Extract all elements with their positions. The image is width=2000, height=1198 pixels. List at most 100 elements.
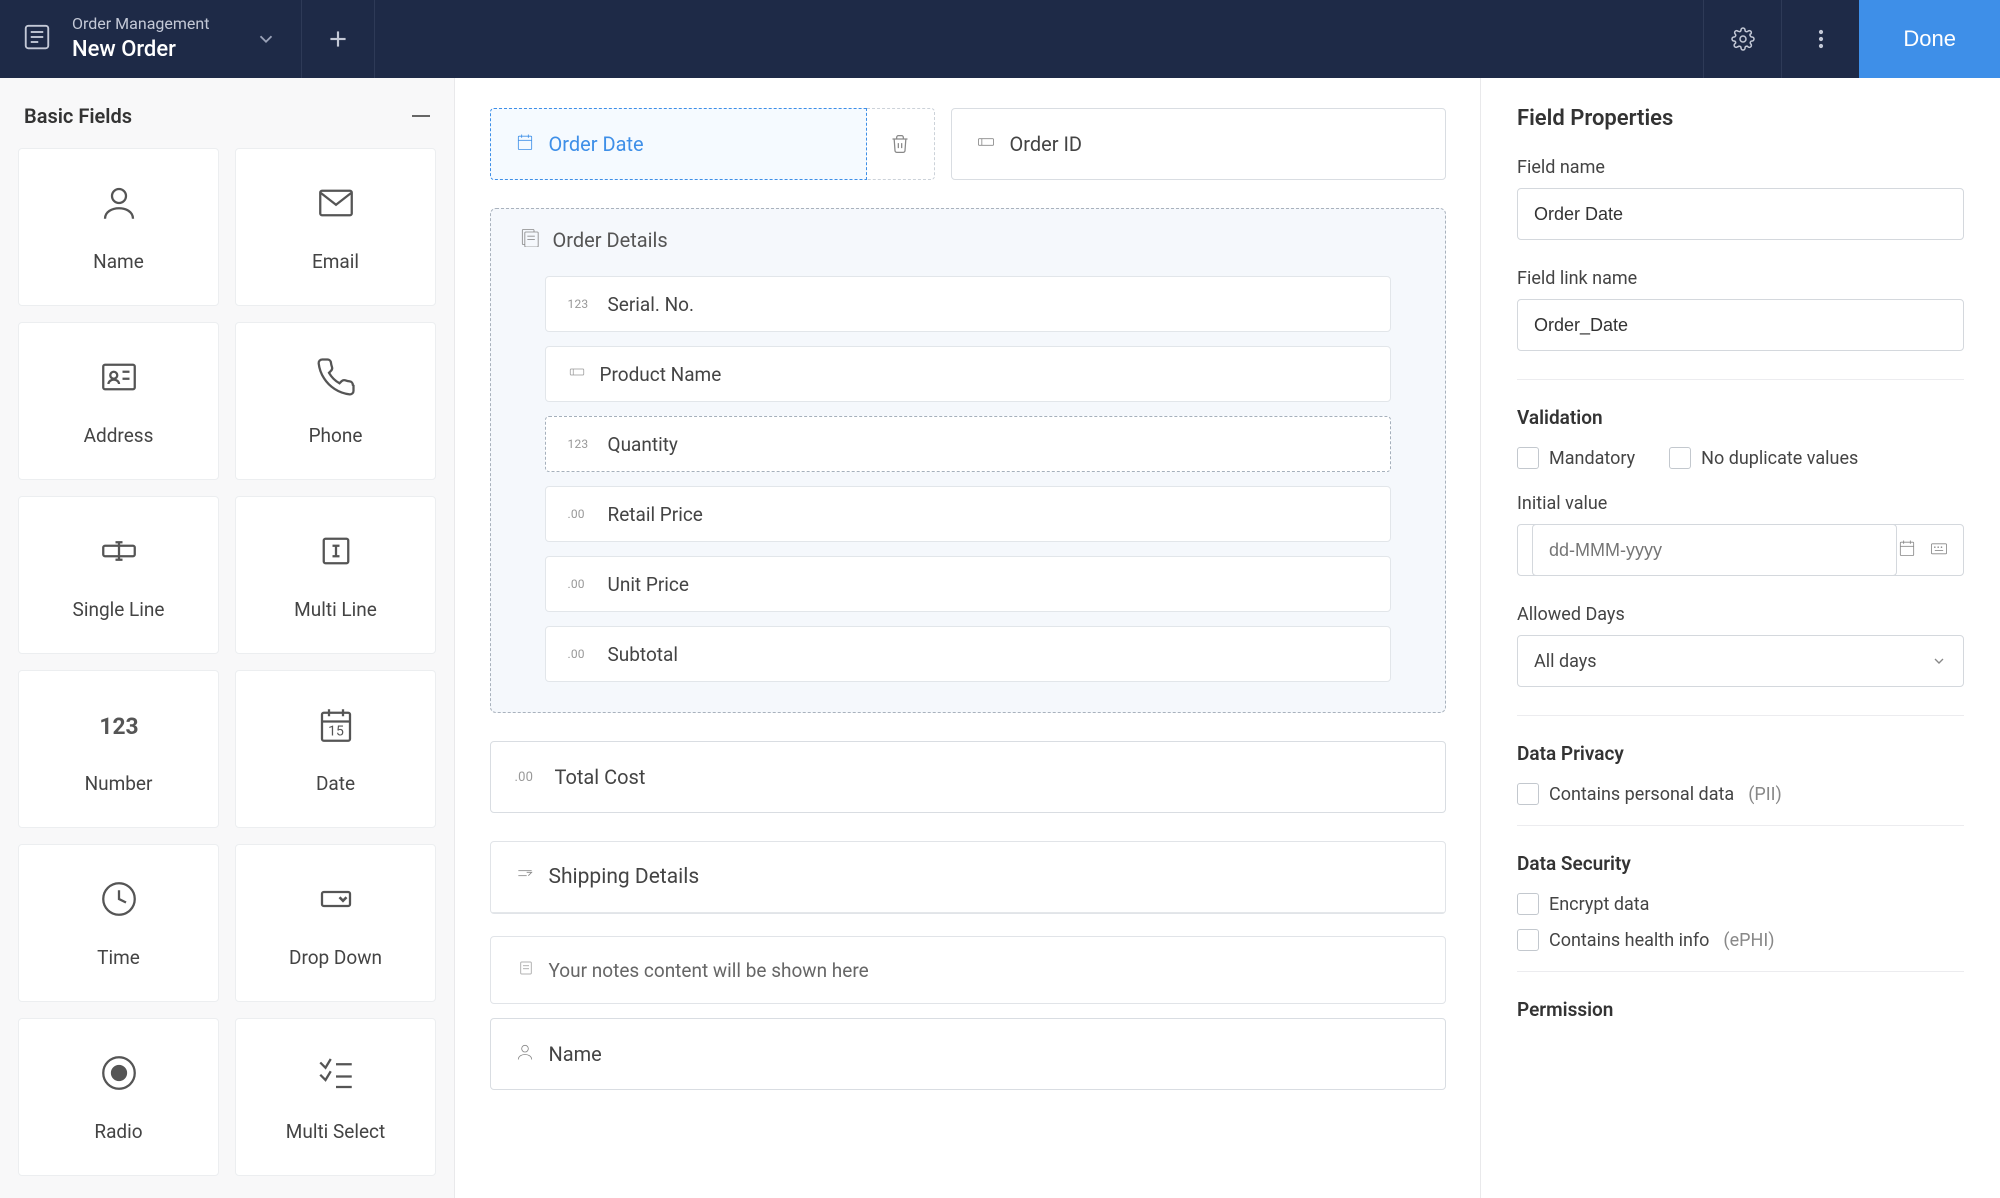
add-tab-button[interactable] <box>302 0 374 78</box>
ephi-checkbox[interactable]: Contains health info (ePHI) <box>1517 929 1964 951</box>
form-canvas[interactable]: Order Date Order ID Order Details <box>455 78 1480 1198</box>
field-label: Multi Select <box>286 1120 385 1143</box>
field-tile-email[interactable]: Email <box>235 148 436 306</box>
ephi-suffix: (ePHI) <box>1723 930 1774 951</box>
field-label: Time <box>97 946 140 969</box>
person-icon <box>515 1042 535 1067</box>
field-label: Total Cost <box>555 765 646 789</box>
checkbox-icon <box>1517 447 1539 469</box>
decimal-badge: .00 <box>568 577 594 591</box>
field-tile-time[interactable]: Time <box>18 844 219 1002</box>
field-label: Single Line <box>73 598 165 621</box>
initial-value-label: Initial value <box>1517 493 1964 514</box>
field-label: Address <box>84 424 154 447</box>
validation-head: Validation <box>1517 406 1964 429</box>
checkbox-icon <box>1517 893 1539 915</box>
subfield-subtotal[interactable]: .00 Subtotal <box>545 626 1391 682</box>
privacy-head: Data Privacy <box>1517 742 1964 765</box>
calendar-icon[interactable] <box>1897 538 1917 562</box>
field-label: Drop Down <box>289 946 382 969</box>
notes-icon <box>517 959 535 982</box>
dropdown-icon <box>315 878 357 924</box>
canvas-field-total[interactable]: .00 Total Cost <box>490 741 1446 813</box>
more-menu-button[interactable] <box>1781 0 1859 78</box>
text-icon <box>568 363 586 386</box>
field-label: Subtotal <box>608 643 678 666</box>
field-name-label: Field name <box>1517 157 1964 178</box>
form-icon <box>22 22 52 56</box>
field-tile-address[interactable]: Address <box>18 322 219 480</box>
tab-dropdown[interactable] <box>231 0 301 78</box>
field-label: Quantity <box>608 433 678 456</box>
allowed-days-label: Allowed Days <box>1517 604 1964 625</box>
field-tile-multiline[interactable]: Multi Line <box>235 496 436 654</box>
singleline-icon <box>98 530 140 576</box>
subfield-unit[interactable]: .00 Unit Price <box>545 556 1391 612</box>
multiline-icon <box>315 530 357 576</box>
breadcrumb-parent: Order Management <box>72 13 209 35</box>
field-label: Multi Line <box>294 598 377 621</box>
calendar-icon <box>515 132 535 157</box>
field-tile-singleline[interactable]: Single Line <box>18 496 219 654</box>
field-palette: Basic Fields Name Email Address <box>0 78 455 1198</box>
subfield-quantity[interactable]: 123 Quantity <box>545 416 1391 472</box>
person-icon <box>98 182 140 228</box>
permission-head: Permission <box>1517 998 1964 1021</box>
field-link-input[interactable] <box>1517 299 1964 351</box>
pii-suffix: (PII) <box>1748 784 1782 805</box>
checkbox-icon <box>1517 929 1539 951</box>
field-link-label: Field link name <box>1517 268 1964 289</box>
keyboard-icon[interactable] <box>1929 538 1949 562</box>
address-card-icon <box>98 356 140 402</box>
field-tile-number[interactable]: 123 Number <box>18 670 219 828</box>
canvas-field-order-date[interactable]: Order Date <box>490 108 867 180</box>
field-tile-multiselect[interactable]: Multi Select <box>235 1018 436 1176</box>
checkbox-label: Encrypt data <box>1549 894 1649 915</box>
breadcrumb-current: New Order <box>72 35 209 65</box>
field-name-input[interactable] <box>1517 188 1964 240</box>
decimal-badge: .00 <box>568 647 594 661</box>
field-tile-name[interactable]: Name <box>18 148 219 306</box>
settings-button[interactable] <box>1703 0 1781 78</box>
multiselect-icon <box>315 1052 357 1098</box>
canvas-field-order-id[interactable]: Order ID <box>951 108 1446 180</box>
field-label: Name <box>93 250 144 273</box>
delete-field-button[interactable] <box>867 108 935 180</box>
field-label: Serial. No. <box>608 293 695 316</box>
field-label: Retail Price <box>608 503 703 526</box>
subfield-retail[interactable]: .00 Retail Price <box>545 486 1391 542</box>
field-label: Product Name <box>600 363 722 386</box>
field-tile-date[interactable]: 15 Date <box>235 670 436 828</box>
field-label: Email <box>312 250 359 273</box>
breadcrumb[interactable]: Order Management New Order <box>72 13 209 64</box>
section-shipping[interactable]: Shipping Details <box>490 841 1446 914</box>
initial-value-input[interactable] <box>1532 524 1897 576</box>
field-tile-radio[interactable]: Radio <box>18 1018 219 1176</box>
checkbox-label: Contains personal data <box>1549 784 1734 805</box>
section-title: Shipping Details <box>549 865 700 889</box>
palette-section-header[interactable]: Basic Fields <box>18 104 436 128</box>
subform-order-details[interactable]: Order Details 123 Serial. No. Product Na… <box>490 208 1446 713</box>
pii-checkbox[interactable]: Contains personal data (PII) <box>1517 783 1964 805</box>
subfield-serial[interactable]: 123 Serial. No. <box>545 276 1391 332</box>
field-label: Order ID <box>1010 132 1083 156</box>
done-button[interactable]: Done <box>1859 0 2000 78</box>
noduplicate-checkbox[interactable]: No duplicate values <box>1669 447 1858 469</box>
canvas-field-name[interactable]: Name <box>490 1018 1446 1090</box>
properties-panel: Field Properties Field name Field link n… <box>1480 78 2000 1198</box>
decimal-badge: .00 <box>568 507 594 521</box>
subform-icon <box>519 227 539 252</box>
field-label: Radio <box>94 1120 142 1143</box>
mandatory-checkbox[interactable]: Mandatory <box>1517 447 1635 469</box>
checkbox-label: Contains health info <box>1549 930 1709 951</box>
text-icon <box>976 132 996 157</box>
allowed-days-select[interactable]: All days <box>1517 635 1964 687</box>
subfield-product[interactable]: Product Name <box>545 346 1391 402</box>
collapse-icon <box>412 115 430 117</box>
field-label: Name <box>549 1042 602 1066</box>
notes-field[interactable]: Your notes content will be shown here <box>490 936 1446 1004</box>
field-tile-phone[interactable]: Phone <box>235 322 436 480</box>
encrypt-checkbox[interactable]: Encrypt data <box>1517 893 1964 915</box>
field-tile-dropdown[interactable]: Drop Down <box>235 844 436 1002</box>
calendar-icon: 15 <box>315 704 357 750</box>
